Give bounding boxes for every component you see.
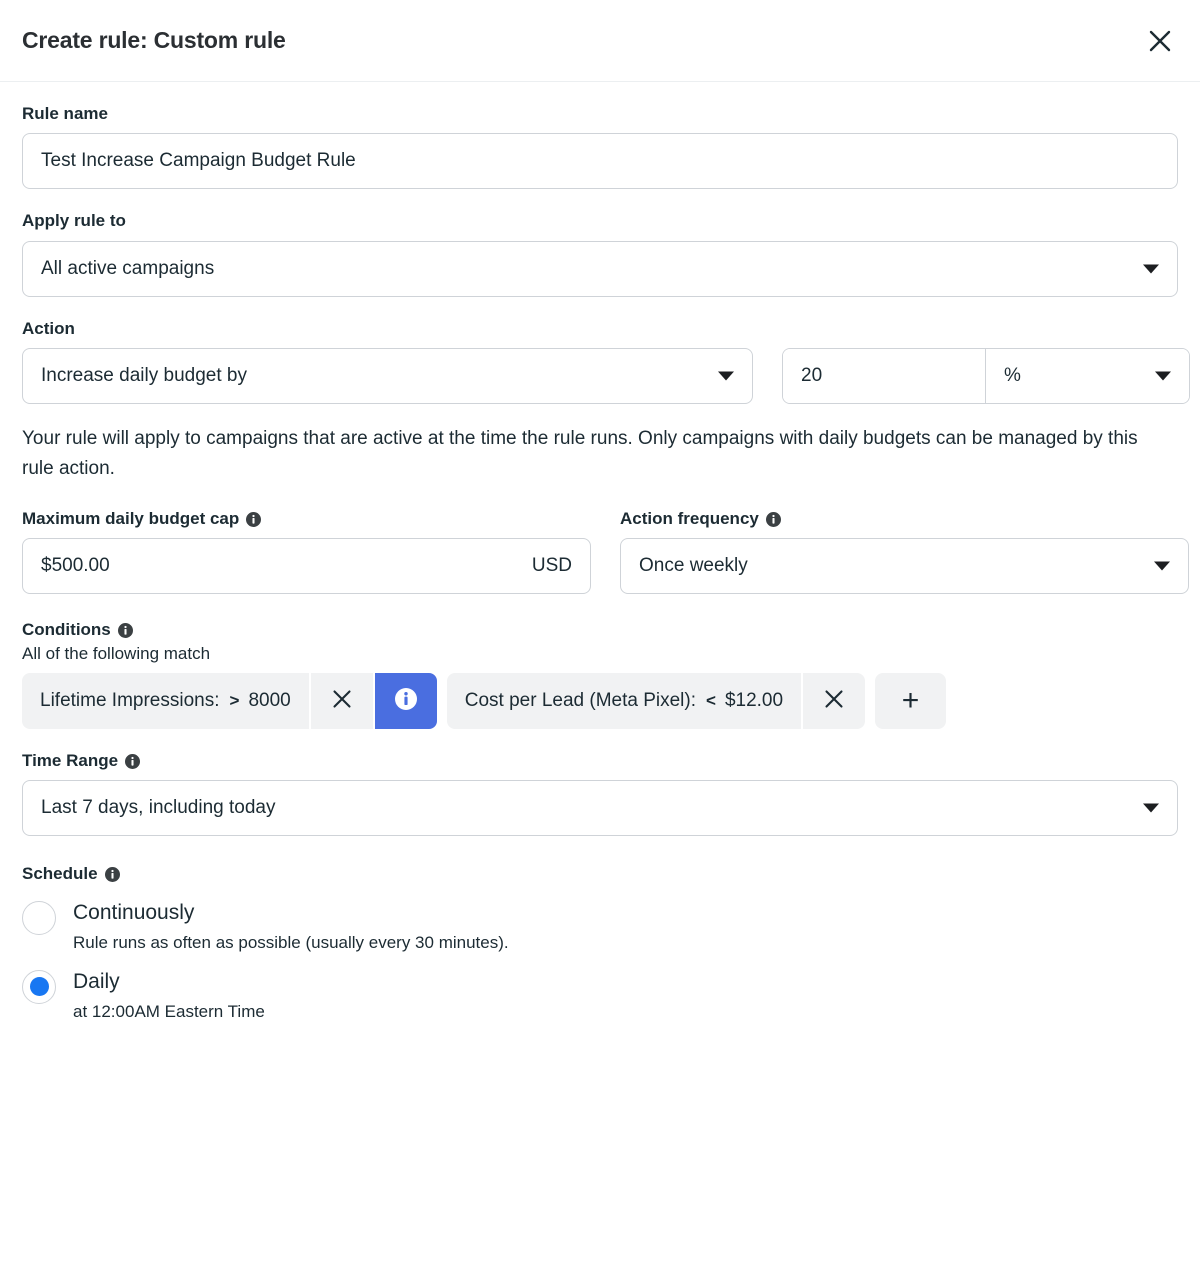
dialog-header: Create rule: Custom rule — [0, 0, 1200, 82]
action-frequency-group: Action frequency Once weekly — [620, 509, 1189, 595]
budget-cap-value: $500.00 — [41, 555, 110, 577]
condition-remove-button[interactable] — [803, 672, 866, 729]
condition-chip-label[interactable]: Cost per Lead (Meta Pixel): < $12.00 — [446, 672, 802, 729]
apply-rule-to-group: Apply rule to All active campaigns — [22, 211, 1178, 297]
action-frequency-label-text: Action frequency — [620, 509, 759, 529]
apply-rule-to-label: Apply rule to — [22, 211, 126, 231]
page-title: Create rule: Custom rule — [22, 27, 286, 53]
info-icon[interactable] — [246, 511, 262, 527]
apply-rule-to-select[interactable]: All active campaigns — [22, 240, 1178, 297]
chevron-down-icon — [1155, 371, 1171, 381]
budget-cap-currency: USD — [531, 555, 572, 577]
action-row: Increase daily budget by 20 % — [22, 348, 1190, 405]
close-button[interactable] — [1140, 21, 1180, 61]
info-icon[interactable] — [117, 623, 133, 639]
action-frequency-label: Action frequency — [620, 509, 1189, 529]
action-amount-input[interactable]: 20 — [783, 349, 986, 404]
condition-value: $12.00 — [724, 689, 784, 711]
info-icon[interactable] — [104, 866, 120, 882]
condition-metric: Cost per Lead (Meta Pixel): — [464, 689, 696, 711]
add-condition-button[interactable]: + — [875, 672, 947, 729]
time-range-value: Last 7 days, including today — [41, 797, 276, 819]
info-icon — [394, 688, 417, 713]
time-range-label: Time Range — [22, 751, 1178, 771]
condition-operator: > — [229, 690, 240, 710]
action-helper-text: Your rule will apply to campaigns that a… — [22, 428, 1138, 479]
action-group: Action Increase daily budget by 20 % — [22, 318, 1190, 405]
radio-button[interactable] — [22, 900, 56, 935]
schedule-label: Schedule — [22, 864, 1178, 884]
conditions-subtitle: All of the following match — [22, 643, 211, 663]
rule-name-input[interactable]: Test Increase Campaign Budget Rule — [22, 133, 1178, 190]
condition-chip: Cost per Lead (Meta Pixel): < $12.00 — [446, 672, 866, 729]
conditions-label-text: Conditions — [22, 620, 111, 640]
close-icon — [331, 688, 353, 713]
radio-selected-dot — [29, 977, 49, 997]
budget-cap-label: Maximum daily budget cap — [22, 509, 591, 529]
condition-chip: Lifetime Impressions: > 8000 — [22, 672, 437, 729]
action-frequency-select[interactable]: Once weekly — [620, 538, 1189, 595]
close-icon — [1147, 28, 1173, 54]
info-icon[interactable] — [125, 753, 141, 769]
schedule-option-title: Continuously — [73, 900, 195, 924]
chevron-down-icon — [1154, 561, 1170, 571]
action-amount-group: 20 % — [782, 348, 1190, 405]
schedule-option-subtitle: Rule runs as often as possible (usually … — [73, 932, 509, 952]
chevron-down-icon — [1143, 803, 1159, 813]
schedule-label-text: Schedule — [22, 864, 98, 884]
dialog-body: Rule name Test Increase Campaign Budget … — [0, 82, 1200, 1023]
action-amount-value: 20 — [801, 365, 823, 387]
action-type-value: Increase daily budget by — [41, 365, 247, 387]
close-icon — [823, 688, 845, 713]
radio-button[interactable] — [22, 969, 56, 1004]
chevron-down-icon — [718, 371, 734, 381]
action-unit-value: % — [1004, 365, 1021, 387]
create-rule-dialog: Create rule: Custom rule Rule name Test … — [0, 0, 1200, 1023]
schedule-option-continuously[interactable]: Continuously Rule runs as often as possi… — [22, 899, 1178, 954]
conditions-group: Conditions All of the following match Li… — [22, 620, 1178, 729]
budget-cap-label-text: Maximum daily budget cap — [22, 509, 240, 529]
time-range-group: Time Range Last 7 days, including today — [22, 751, 1178, 837]
schedule-option-subtitle: at 12:00AM Eastern Time — [73, 1002, 265, 1022]
chevron-down-icon — [1143, 264, 1159, 274]
condition-chip-label[interactable]: Lifetime Impressions: > 8000 — [22, 672, 309, 729]
condition-metric: Lifetime Impressions: — [40, 689, 220, 711]
rule-name-group: Rule name Test Increase Campaign Budget … — [22, 104, 1178, 190]
condition-info-button[interactable] — [374, 672, 437, 729]
budget-cap-input[interactable]: $500.00 USD — [22, 538, 591, 595]
info-icon[interactable] — [765, 511, 781, 527]
schedule-option-daily[interactable]: Daily at 12:00AM Eastern Time — [22, 968, 1178, 1023]
condition-operator: < — [706, 690, 716, 710]
apply-rule-to-value: All active campaigns — [41, 257, 215, 279]
time-range-select[interactable]: Last 7 days, including today — [22, 780, 1178, 837]
rule-name-value: Test Increase Campaign Budget Rule — [41, 150, 356, 172]
conditions-label: Conditions — [22, 620, 1178, 640]
rule-name-label: Rule name — [22, 104, 108, 123]
condition-remove-button[interactable] — [310, 672, 373, 729]
schedule-group: Schedule Continuously Rule runs as often… — [22, 864, 1178, 1023]
action-frequency-value: Once weekly — [639, 555, 748, 577]
budget-frequency-row: Maximum daily budget cap $500.00 USD Act… — [22, 509, 1189, 595]
action-unit-select[interactable]: % — [986, 349, 1189, 404]
conditions-chips-row: Lifetime Impressions: > 8000 Cost per Le… — [22, 672, 1178, 729]
action-type-select[interactable]: Increase daily budget by — [22, 348, 753, 405]
budget-cap-group: Maximum daily budget cap $500.00 USD — [22, 509, 591, 595]
condition-value: 8000 — [248, 689, 291, 711]
action-label: Action — [22, 318, 75, 338]
schedule-option-title: Daily — [73, 969, 120, 993]
time-range-label-text: Time Range — [22, 750, 119, 770]
